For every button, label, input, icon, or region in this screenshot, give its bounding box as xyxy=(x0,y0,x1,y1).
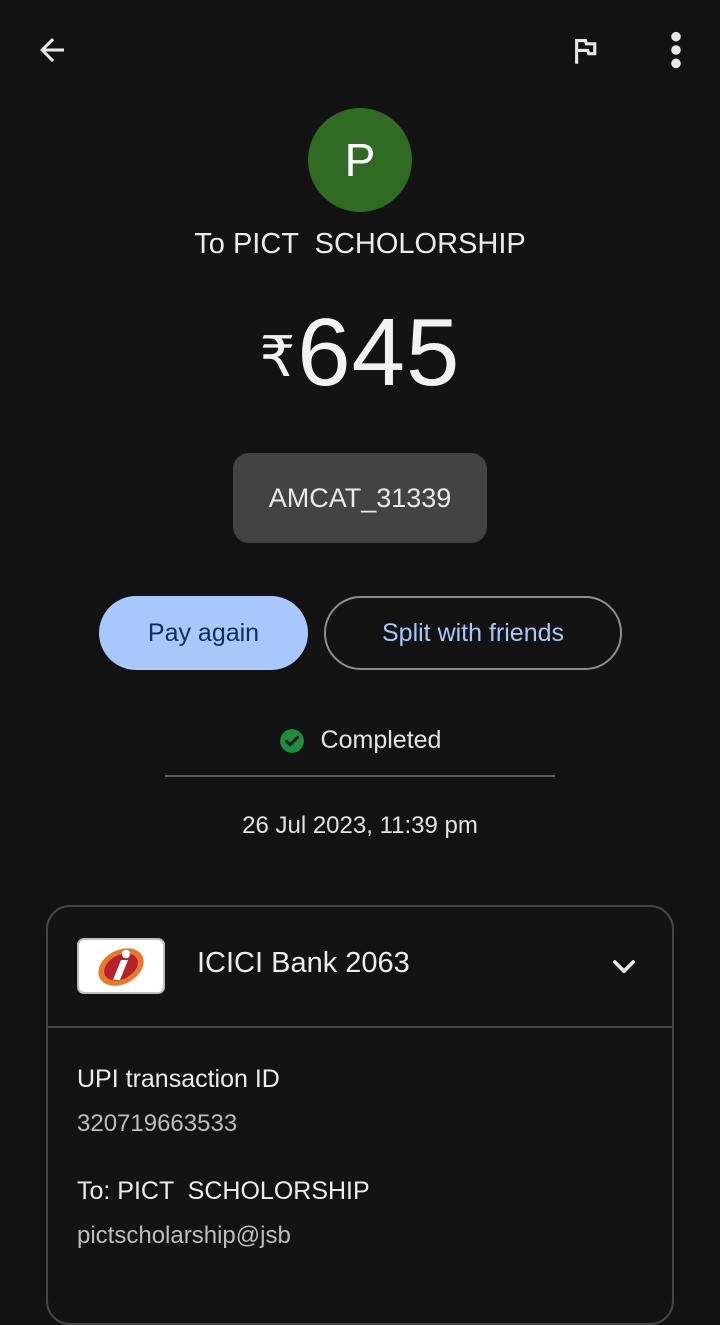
card-divider xyxy=(48,1026,672,1028)
transaction-status: Completed xyxy=(0,726,720,755)
status-label: Completed xyxy=(320,726,442,754)
currency-symbol: ₹ xyxy=(259,325,296,388)
payment-note: AMCAT_31339 xyxy=(233,453,487,543)
payee-title: To PICT SCHOLORSHIP xyxy=(194,228,526,260)
arrow-back-icon xyxy=(40,38,64,62)
transaction-details-card: ICICI Bank 2063 UPI transaction ID 32071… xyxy=(46,905,674,1325)
upi-transaction-id-label: UPI transaction ID xyxy=(77,1065,280,1093)
icici-bank-logo xyxy=(77,938,165,994)
more-options-button[interactable] xyxy=(654,26,698,74)
payee-avatar: P xyxy=(308,108,412,212)
recipient-label: To: PICT SCHOLORSHIP xyxy=(77,1177,370,1205)
status-divider xyxy=(165,775,555,777)
flag-icon xyxy=(575,38,597,64)
report-button[interactable] xyxy=(562,28,608,74)
more-vert-icon xyxy=(671,31,681,69)
amount-value: 645 xyxy=(297,299,461,406)
split-with-friends-button[interactable]: Split with friends xyxy=(324,596,622,670)
chevron-down-icon[interactable] xyxy=(604,947,644,987)
bank-account-name: ICICI Bank 2063 xyxy=(197,947,410,979)
check-circle-icon xyxy=(279,728,304,753)
back-button[interactable] xyxy=(30,28,74,72)
pay-again-button[interactable]: Pay again xyxy=(99,596,308,670)
transaction-datetime: 26 Jul 2023, 11:39 pm xyxy=(242,812,478,839)
payment-amount: ₹645 xyxy=(0,305,720,401)
top-app-bar xyxy=(0,0,720,100)
upi-transaction-id-value[interactable]: 320719663533 xyxy=(77,1110,237,1138)
recipient-upi-id[interactable]: pictscholarship@jsb xyxy=(77,1222,291,1250)
bank-account-row[interactable]: ICICI Bank 2063 xyxy=(48,907,672,1026)
